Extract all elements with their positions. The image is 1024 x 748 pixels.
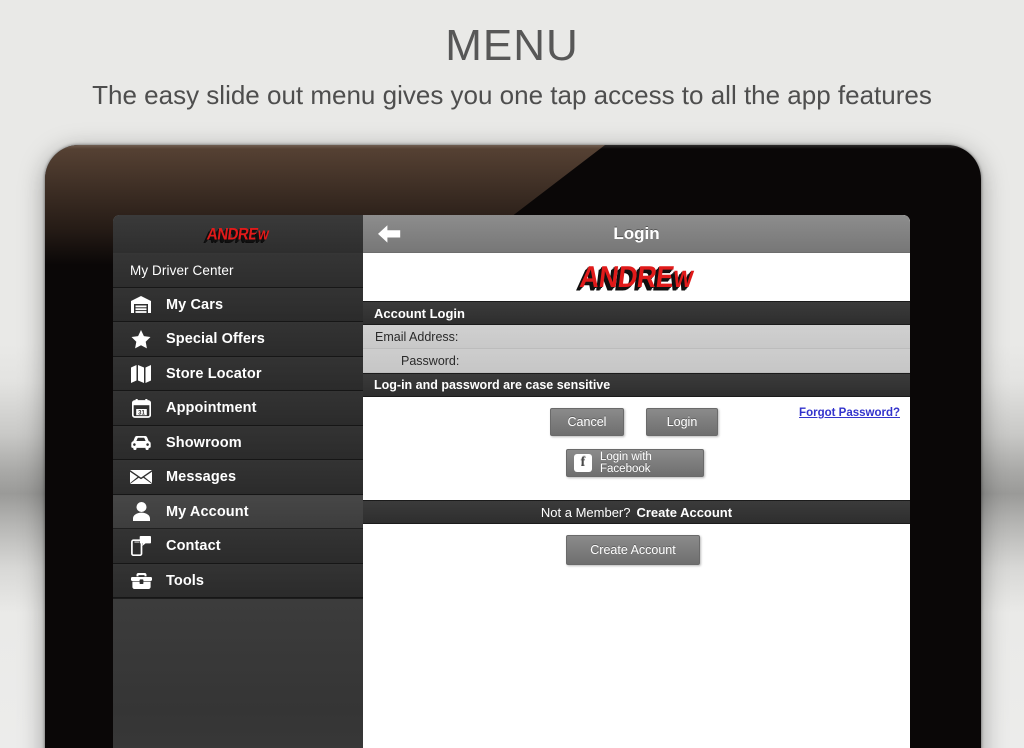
email-field-row[interactable]: Email Address: xyxy=(363,325,910,349)
sidebar-item-label: Messages xyxy=(166,469,237,486)
create-account-button[interactable]: Create Account xyxy=(566,535,700,565)
svg-text:31: 31 xyxy=(138,410,145,416)
nav-topbar: Login xyxy=(363,215,910,253)
sidebar-item-my-account[interactable]: My Account xyxy=(113,494,363,529)
email-field-label: Email Address: xyxy=(375,329,459,344)
tablet-screen: ANDREW My Driver Center My Cars Special … xyxy=(113,215,910,748)
password-field-label: Password: xyxy=(401,353,460,368)
sidebar-item-label: My Account xyxy=(166,503,249,520)
back-arrow-icon[interactable] xyxy=(375,223,403,245)
login-panel: Login ANDREW Account Login Email Address… xyxy=(363,215,910,748)
phone-chat-icon xyxy=(128,535,154,557)
sidebar-item-label: Showroom xyxy=(166,434,242,451)
cancel-button[interactable]: Cancel xyxy=(550,408,624,436)
toolbox-icon xyxy=(128,570,154,592)
bezel-top-highlight xyxy=(45,145,981,149)
sidebar-item-label: Contact xyxy=(166,538,221,555)
password-input[interactable] xyxy=(459,349,910,372)
star-icon xyxy=(128,328,154,350)
sidebar-item-my-driver-center[interactable]: My Driver Center xyxy=(113,253,363,288)
sidebar-item-label: Appointment xyxy=(166,400,257,417)
case-note-label: Log-in and password are case sensitive xyxy=(374,378,611,392)
slide-out-menu: ANDREW My Driver Center My Cars Special … xyxy=(113,215,363,748)
section-header-account-login: Account Login xyxy=(363,301,910,325)
sidebar-item-special-offers[interactable]: Special Offers xyxy=(113,322,363,357)
envelope-icon xyxy=(128,466,154,488)
sidebar-item-tools[interactable]: Tools xyxy=(113,563,363,598)
not-a-member-bar: Not a Member? Create Account xyxy=(363,500,910,524)
sidebar-item-my-cars[interactable]: My Cars xyxy=(113,287,363,322)
calendar-icon: 31 xyxy=(128,397,154,419)
not-member-prompt: Not a Member? xyxy=(540,504,631,520)
topbar-title: Login xyxy=(613,223,660,243)
facebook-icon: f xyxy=(574,454,592,472)
sidebar-item-showroom[interactable]: Showroom xyxy=(113,425,363,460)
garage-icon xyxy=(128,294,154,316)
login-button[interactable]: Login xyxy=(646,408,718,436)
page-title: MENU xyxy=(445,21,579,70)
not-member-create-account-link[interactable]: Create Account xyxy=(636,505,732,520)
facebook-login-button[interactable]: f Login with Facebook xyxy=(566,449,704,477)
sidebar-item-messages[interactable]: Messages xyxy=(113,460,363,495)
promo-header: MENU The easy slide out menu gives you o… xyxy=(0,0,1024,130)
sidebar-empty-area xyxy=(113,598,363,748)
case-sensitive-note: Log-in and password are case sensitive xyxy=(363,373,910,397)
sidebar-item-appointment[interactable]: 31 Appointment xyxy=(113,391,363,426)
map-icon xyxy=(128,363,154,385)
facebook-login-label: Login with Facebook xyxy=(600,451,652,475)
create-account-area: Create Account xyxy=(363,524,910,748)
brand-logo: ANDREW xyxy=(578,259,695,294)
sidebar-item-label: Tools xyxy=(166,572,205,589)
login-actions: Cancel Login Forgot Password? f Login wi… xyxy=(363,397,910,500)
content-logo-band: ANDREW xyxy=(363,253,910,301)
tablet-device: ANDREW My Driver Center My Cars Special … xyxy=(45,145,981,748)
sidebar-item-label: My Driver Center xyxy=(130,262,234,278)
sidebar-item-contact[interactable]: Contact xyxy=(113,529,363,564)
sidebar-item-label: Special Offers xyxy=(166,331,265,348)
sidebar-logo-row: ANDREW xyxy=(113,215,363,253)
section-header-label: Account Login xyxy=(374,305,465,321)
brand-logo: ANDREW xyxy=(206,224,270,244)
page-subtitle: The easy slide out menu gives you one ta… xyxy=(92,80,932,110)
sidebar-item-store-locator[interactable]: Store Locator xyxy=(113,356,363,391)
password-field-row[interactable]: Password: xyxy=(363,349,910,373)
email-input[interactable] xyxy=(458,325,910,348)
person-icon xyxy=(128,501,154,523)
forgot-password-link[interactable]: Forgot Password? xyxy=(799,407,900,419)
sidebar-item-label: My Cars xyxy=(166,296,224,313)
sidebar-item-label: Store Locator xyxy=(166,365,262,382)
car-icon xyxy=(128,432,154,454)
